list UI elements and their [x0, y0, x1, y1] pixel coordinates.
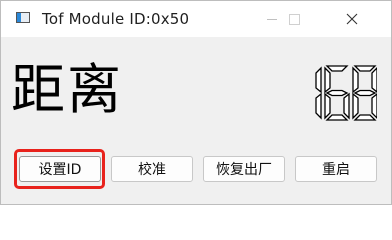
lcd-digits	[315, 65, 377, 121]
close-icon	[346, 13, 358, 25]
distance-label: 距离	[11, 58, 123, 121]
maximize-button[interactable]	[271, 1, 317, 37]
distance-lcd-display	[315, 65, 377, 121]
window-title: Tof Module ID:0x50	[42, 10, 190, 28]
highlight-box	[14, 149, 105, 189]
lcd-segment	[315, 92, 322, 120]
title-bar[interactable]: Tof Module ID:0x50	[1, 1, 391, 37]
lcd-segment	[353, 65, 377, 72]
lcd-segment	[352, 92, 359, 120]
restart-button[interactable]: 重启	[295, 156, 377, 182]
lcd-segment	[315, 66, 322, 94]
maximize-icon	[288, 13, 300, 25]
factory-reset-button[interactable]: 恢复出厂	[203, 156, 285, 182]
lcd-segment	[343, 92, 350, 120]
lcd-segment	[353, 114, 377, 121]
lcd-segment	[371, 67, 377, 93]
app-window: Tof Module ID:0x50 距离 设置ID 校准 恢复出厂 重启	[0, 0, 392, 205]
lcd-segment	[325, 89, 349, 97]
calibrate-button[interactable]: 校准	[111, 156, 193, 182]
close-button[interactable]	[329, 1, 375, 37]
lcd-segment	[325, 114, 349, 121]
app-window-icon	[16, 12, 30, 23]
lcd-segment	[371, 93, 377, 119]
lcd-segment	[325, 65, 349, 72]
lcd-segment	[353, 89, 377, 97]
lcd-segment	[324, 66, 331, 94]
lcd-segment	[352, 66, 359, 94]
lcd-segment	[324, 92, 331, 120]
